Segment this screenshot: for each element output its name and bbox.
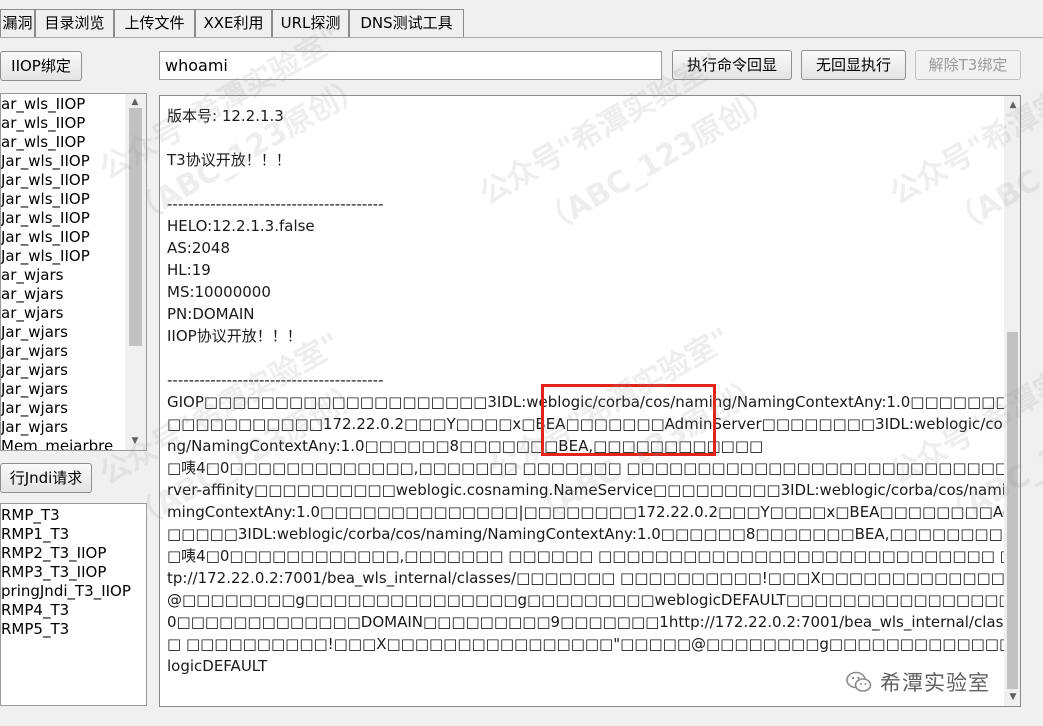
output-line: ---------------------------------------- [167,371,384,389]
scrollbar-thumb[interactable] [129,108,142,346]
list-item[interactable]: Jar_wls_IIOP [1,247,90,266]
scroll-down-arrow-icon[interactable]: ▼ [1006,691,1020,703]
output-scrollbar[interactable]: ▲ ▼ [1004,96,1020,706]
output-line: PN:DOMAIN [167,305,255,323]
gadget-list[interactable]: ar_wls_IIOP ar_wls_IIOP ar_wls_IIOP Jar_wls… [0,93,147,451]
output-line: AS:2048 [167,239,231,257]
jndi-request-button[interactable]: 行Jndi请求 [0,463,92,493]
output-line: HL:19 [167,261,211,279]
scroll-down-arrow-icon[interactable]: ▼ [128,435,142,447]
list-item[interactable]: Jar_wls_IIOP [1,190,90,209]
list-item[interactable]: Jar_wls_IIOP [1,228,90,247]
output-line: 版本号: 12.2.1.3 [167,107,284,125]
list-item[interactable]: RMP_T3 [1,506,60,525]
list-item[interactable]: Jar_wjars [1,361,68,380]
output-line: □□□□□3IDL:weblogic/corba/cos/naming/Nami… [167,525,1021,543]
wechat-brand: 希潭实验室 [846,667,990,697]
command-input[interactable] [159,51,662,80]
wechat-brand-text: 希潭实验室 [880,671,990,695]
output-line: rver-affinity□□□□□□□□□□weblogic.cosnamin… [167,481,1021,499]
wechat-icon [846,671,872,692]
list-item[interactable]: pringJndi_T3_IIOP [1,582,131,601]
iiop-bind-button[interactable]: IIOP绑定 [0,51,82,81]
tab-url-probe[interactable]: URL探测 [272,9,349,37]
scrollbar-thumb[interactable] [1007,332,1018,689]
tab-directory-browse[interactable]: 目录浏览 [35,9,114,37]
list-item[interactable]: Jar_wjars [1,418,68,437]
output-line: 0□□□□□□□□□□□□□DOMAIN□□□□□□□□□9□□□□□□□1ht… [167,613,1020,631]
tab-bar: 漏洞 目录浏览 上传文件 XXE利用 URL探测 DNS测试工具 [0,0,1043,38]
list-item[interactable]: RMP1_T3 [1,525,69,544]
tab-upload-file[interactable]: 上传文件 [114,9,195,37]
list-item[interactable]: ar_wjars [1,304,63,323]
list-item[interactable]: Jar_wls_IIOP [1,209,90,228]
exec-no-echo-button[interactable]: 无回显执行 [801,50,906,80]
output-line: □咦4□0□□□□□□□□□□□□□,□□□□□□□ □□□□□□□ □□□□□… [167,459,1021,477]
tab-xxe[interactable]: XXE利用 [195,9,272,37]
list-item[interactable]: RMP5_T3 [1,620,69,639]
scroll-up-arrow-icon[interactable]: ▲ [128,96,142,108]
scroll-up-arrow-icon[interactable]: ▲ [1006,99,1020,111]
list-item[interactable]: Jar_wls_IIOP [1,152,90,171]
list-item[interactable]: RMP3_T3_IIOP [1,563,106,582]
output-line: mingContextAny:1.0□□□□□□□□□□□□□□|□□□□□□□… [167,503,1021,521]
output-line: MS:10000000 [167,283,271,301]
exec-echo-button[interactable]: 执行命令回显 [672,50,792,80]
output-line: □ □□□□□□□□□□!□□□X□□□□□□□□□□□□□□□□"□□□□□@… [167,635,1020,653]
tab-dns-test[interactable]: DNS测试工具 [349,9,464,37]
gadget-list-scrollbar[interactable]: ▲ ▼ [125,94,146,450]
output-line: ---------------------------------------- [167,195,384,213]
output-line: IIOP协议开放！！！ [167,327,302,345]
list-item[interactable]: ar_wls_IIOP [1,114,85,133]
unbind-t3-button: 解除T3绑定 [915,50,1021,80]
output-line: @□□□□□□□□g□□□□□□□□□□□□□□□g□□□□□□□□□weblo… [167,591,1020,609]
jndi-list[interactable]: RMP_T3 RMP1_T3 RMP2_T3_IIOP RMP3_T3_IIOP pri… [0,503,147,706]
output-line: HELO:12.2.1.3.false [167,217,315,235]
output-line: T3协议开放！！！ [167,151,291,169]
output-line: □咦4□0□□□□□□□□□□□□,□□□□□□□ □□□□□□ □□□□□□□… [167,547,1020,565]
list-item[interactable]: ar_wjars [1,266,63,285]
list-item[interactable]: Jar_wjars [1,323,68,342]
list-item[interactable]: RMP4_T3 [1,601,69,620]
output-line: tp://172.22.0.2:7001/bea_wls_internal/cl… [167,569,1020,587]
list-item[interactable]: Jar_wjars [1,399,68,418]
list-item[interactable]: ar_wjars [1,285,63,304]
list-item[interactable]: Jar_wjars [1,342,68,361]
tab-vulnerability[interactable]: 漏洞 [0,9,35,37]
list-item[interactable]: Mem_mejarbre [1,437,113,450]
list-item[interactable]: ar_wls_IIOP [1,95,85,114]
list-item[interactable]: ar_wls_IIOP [1,133,85,152]
highlight-annotation-box [541,384,716,456]
list-item[interactable]: Jar_wjars [1,380,68,399]
output-line: logicDEFAULT [167,657,268,675]
list-item[interactable]: Jar_wls_IIOP [1,171,90,190]
list-item[interactable]: RMP2_T3_IIOP [1,544,106,563]
